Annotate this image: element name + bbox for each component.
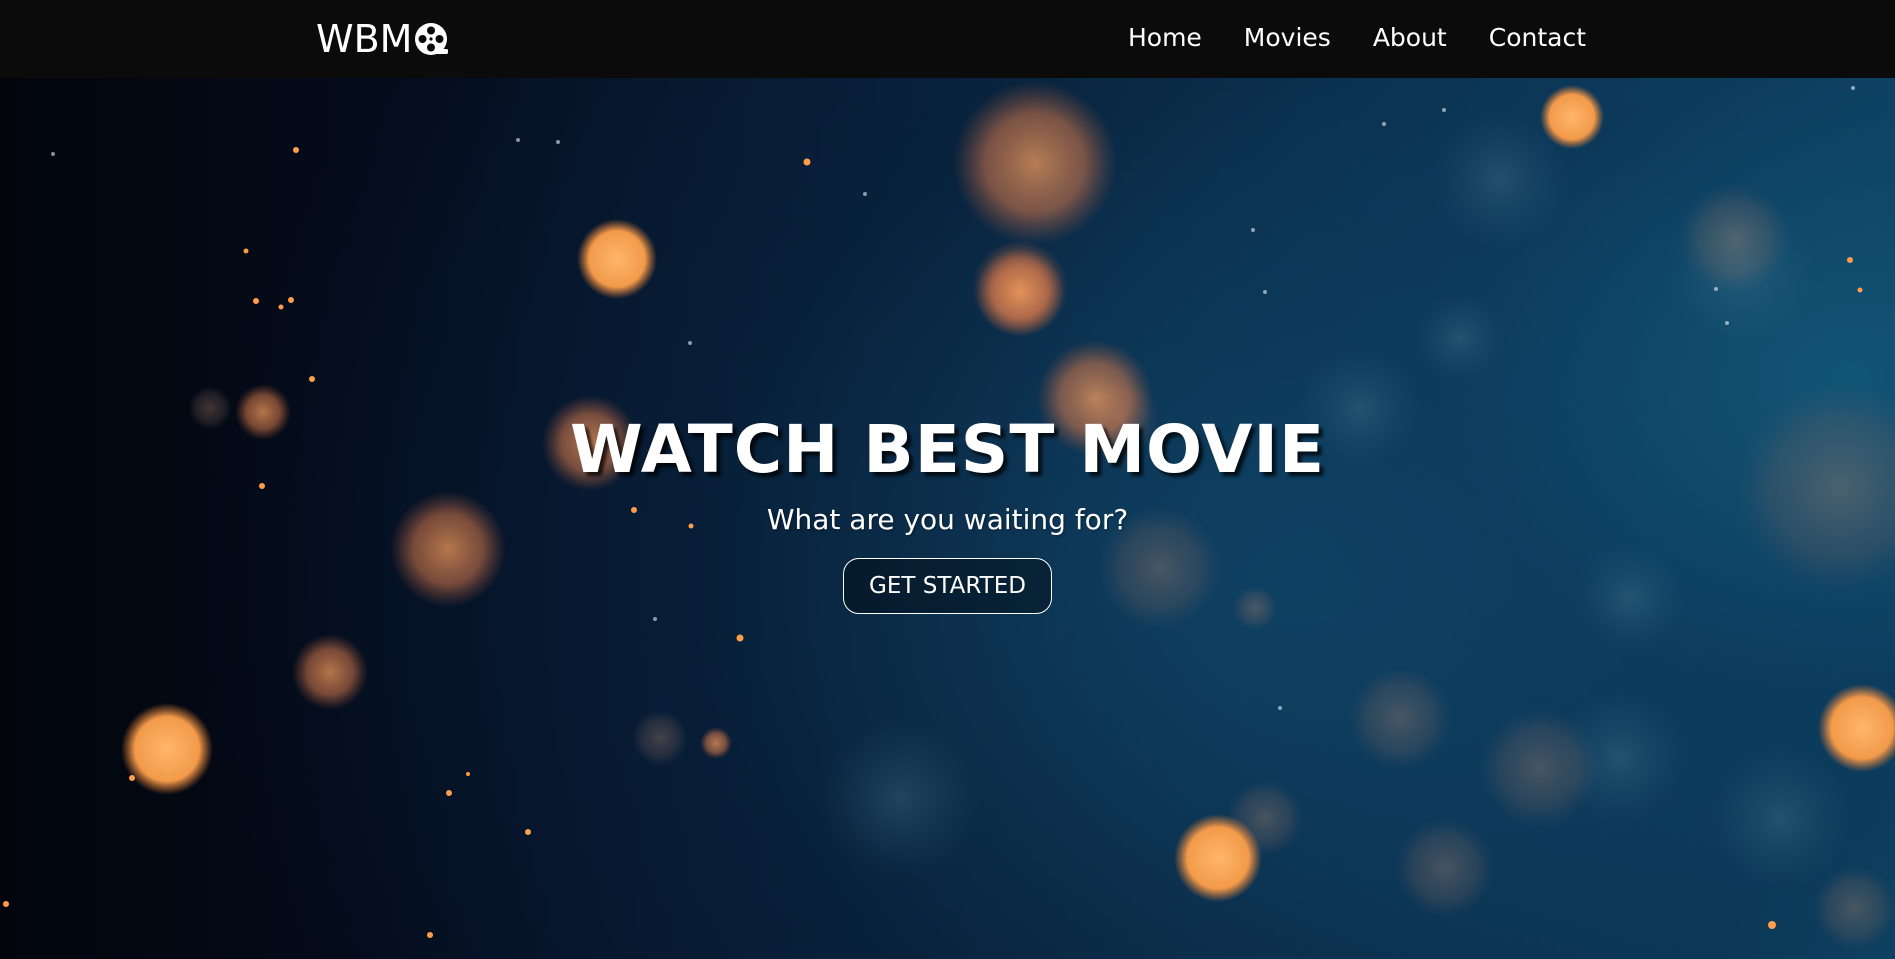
hero-section: WATCH BEST MOVIE What are you waiting fo… [0, 78, 1895, 959]
nav-link-movies[interactable]: Movies [1244, 20, 1331, 56]
main-nav: Home Movies About Contact [1128, 20, 1586, 56]
hero-title: WATCH BEST MOVIE [569, 411, 1326, 488]
site-logo[interactable]: WBM [316, 18, 450, 60]
navbar: WBM Home Movies About Contact [0, 0, 1895, 78]
film-reel-icon [414, 21, 450, 57]
hero-content: WATCH BEST MOVIE What are you waiting fo… [0, 408, 1895, 614]
nav-link-about[interactable]: About [1373, 20, 1447, 56]
get-started-button[interactable]: GET STARTED [843, 558, 1052, 614]
nav-link-home[interactable]: Home [1128, 20, 1202, 56]
hero-subtitle: What are you waiting for? [766, 503, 1129, 536]
nav-link-contact[interactable]: Contact [1489, 20, 1586, 56]
logo-text: WBM [316, 17, 413, 61]
